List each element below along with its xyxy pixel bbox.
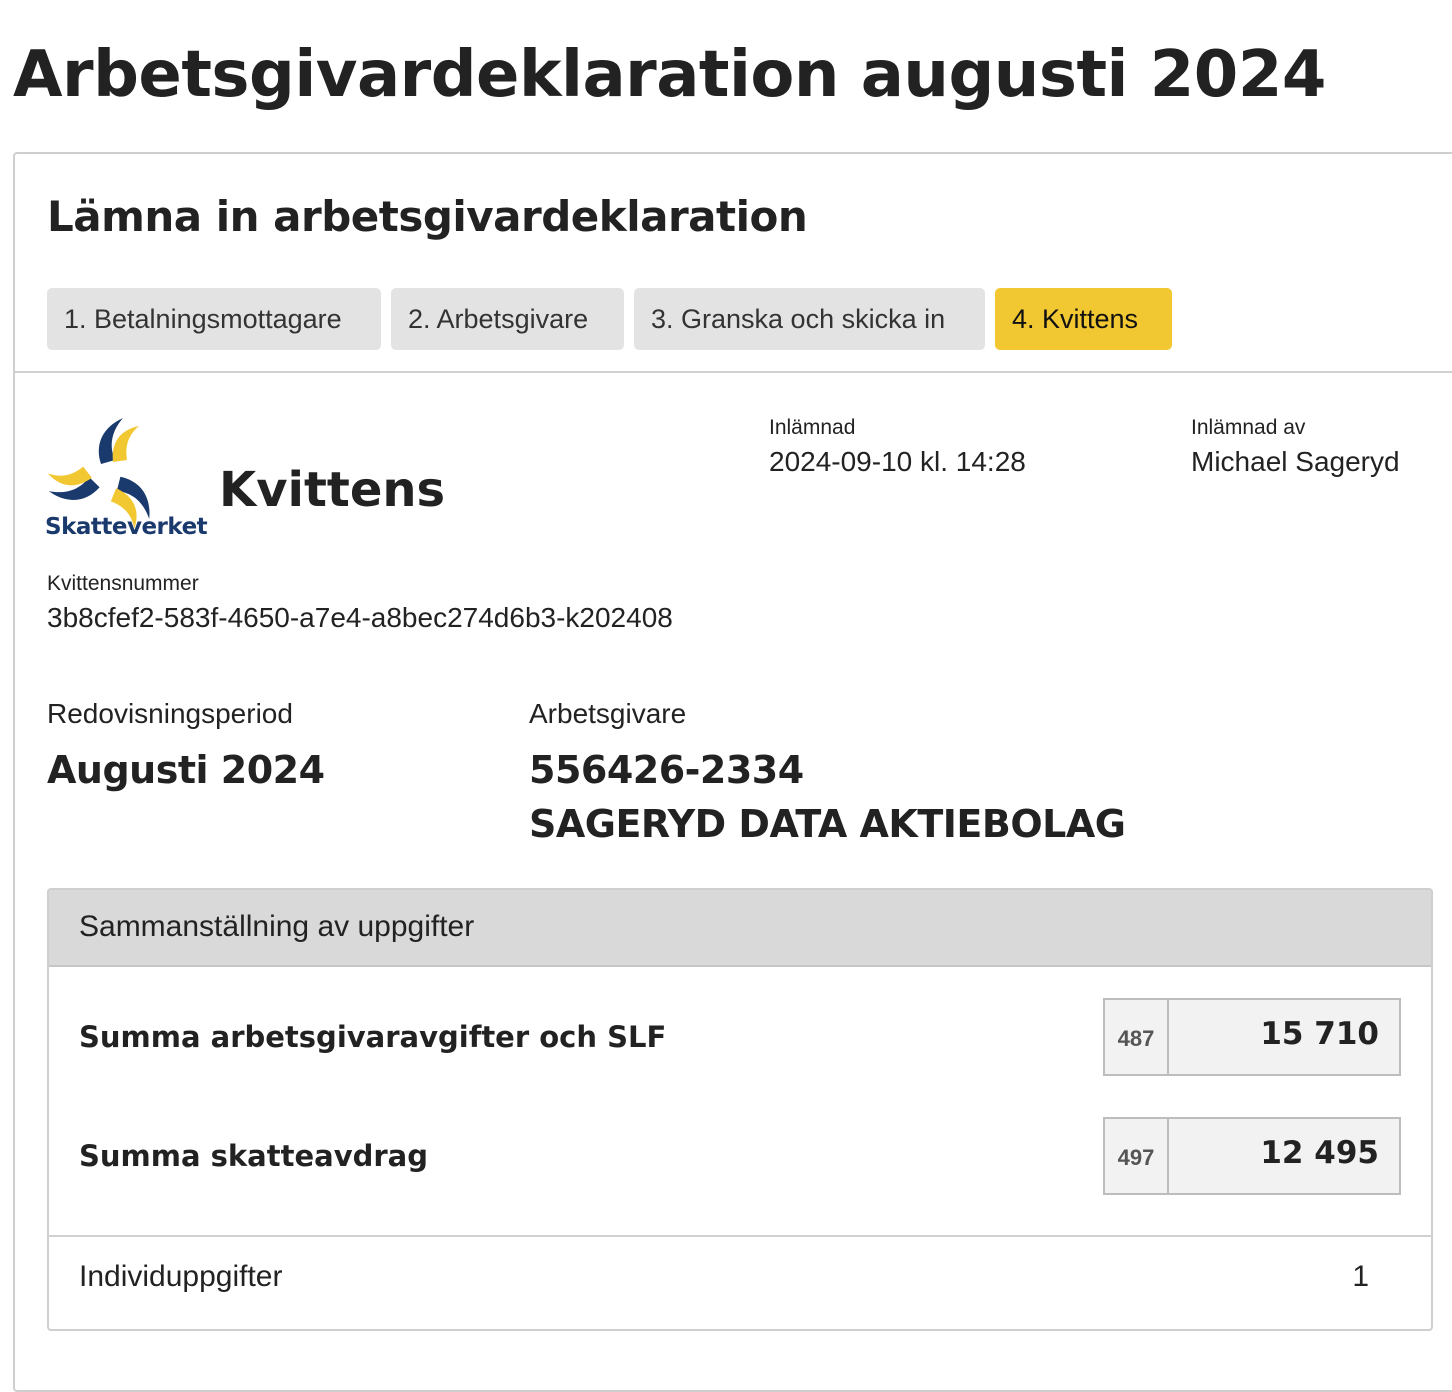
card-title: Lämna in arbetsgivardeklaration <box>47 192 808 241</box>
summary-row-label: Summa skatteavdrag <box>79 1139 429 1173</box>
declaration-card: Lämna in arbetsgivardeklaration 1. Betal… <box>13 152 1452 1392</box>
summary-header-title: Sammanställning av uppgifter <box>79 910 475 943</box>
header-divider <box>15 371 1452 373</box>
step-arbetsgivare[interactable]: 2. Arbetsgivare <box>391 288 624 350</box>
submitted-by-value: Michael Sageryd <box>1191 446 1400 477</box>
receipt-number-value: 3b8cfef2-583f-4650-a7e4-a8bec274d6b3-k20… <box>47 602 673 633</box>
submitted-value: 2024-09-10 kl. 14:28 <box>769 446 1026 477</box>
receipt-title: Kvittens <box>219 462 446 518</box>
summary-panel: Sammanställning av uppgifter Summa arbet… <box>47 888 1433 1331</box>
receipt-number-label: Kvittensnummer <box>47 572 199 595</box>
summary-row-label: Summa arbetsgivaravgifter och SLF <box>79 1020 667 1054</box>
summary-header: Sammanställning av uppgifter <box>49 890 1431 967</box>
step-label: 2. Arbetsgivare <box>408 304 589 334</box>
field-code: 497 <box>1105 1119 1169 1193</box>
logo-wordmark: Skatteverket <box>45 514 208 540</box>
step-label: 4. Kvittens <box>1012 304 1139 334</box>
step-granska[interactable]: 3. Granska och skicka in <box>634 288 985 350</box>
individ-label: Individuppgifter <box>79 1260 283 1293</box>
field-code: 487 <box>1105 1000 1169 1074</box>
summary-field-497: 497 12 495 <box>1103 1117 1401 1195</box>
step-label: 1. Betalningsmottagare <box>64 304 342 334</box>
submitted-label: Inlämnad <box>769 416 856 439</box>
field-value: 15 710 <box>1260 1016 1379 1052</box>
submitted-by-label: Inlämnad av <box>1191 416 1306 439</box>
summary-field-487: 487 15 710 <box>1103 998 1401 1076</box>
step-kvittens[interactable]: 4. Kvittens <box>995 288 1172 350</box>
employer-org-number: 556426-2334 <box>529 748 804 792</box>
page-title: Arbetsgivardeklaration augusti 2024 <box>13 38 1326 112</box>
period-label: Redovisningsperiod <box>47 698 293 729</box>
step-label: 3. Granska och skicka in <box>651 304 946 334</box>
employer-name: SAGERYD DATA AKTIEBOLAG <box>529 802 1126 846</box>
field-value: 12 495 <box>1260 1135 1379 1171</box>
individ-count: 1 <box>1352 1260 1369 1293</box>
step-betalningsmottagare[interactable]: 1. Betalningsmottagare <box>47 288 381 350</box>
employer-label: Arbetsgivare <box>529 698 687 729</box>
summary-divider <box>49 1235 1431 1237</box>
period-value: Augusti 2024 <box>47 748 325 792</box>
